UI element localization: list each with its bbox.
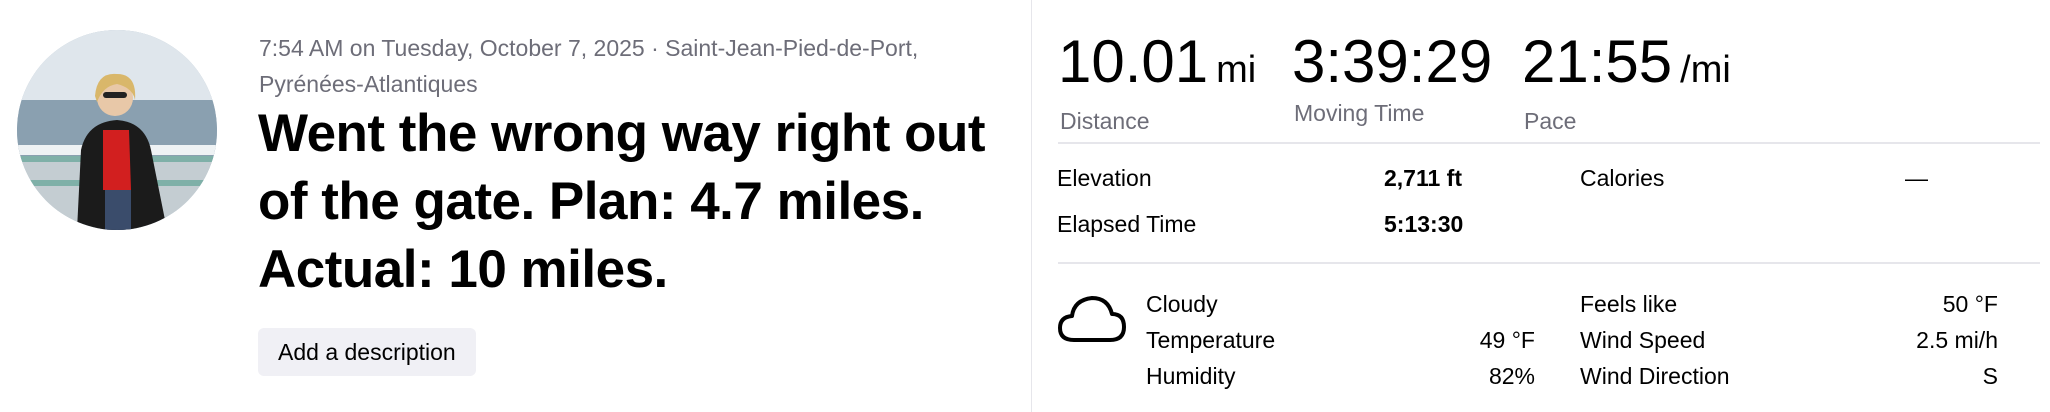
elevation-value: 2,711 ft (1384, 165, 1462, 191)
moving-time-value: 3:39:29 (1292, 28, 1493, 95)
pace-unit: /mi (1680, 49, 1731, 91)
elapsed-time-value: 5:13:30 (1384, 211, 1464, 237)
weather-condition: Cloudy (1146, 291, 1218, 317)
humidity-label: Humidity (1146, 363, 1236, 389)
add-description-button[interactable]: Add a description (258, 328, 476, 376)
temperature-value: 49 °F (1479, 327, 1535, 353)
temperature-label: Temperature (1146, 327, 1276, 353)
wind-speed-label: Wind Speed (1580, 327, 1706, 353)
moving-time-label: Moving Time (1294, 100, 1425, 126)
activity-title-line: Actual: 10 miles. (258, 240, 668, 299)
activity-title-line: of the gate. Plan: 4.7 miles. (258, 172, 924, 231)
distance-unit: mi (1216, 49, 1257, 91)
humidity-value: 82% (1488, 363, 1535, 389)
distance-value: 10.01 (1058, 28, 1209, 95)
wind-direction-value: S (1982, 363, 1998, 389)
calories-value: — (1905, 165, 1928, 191)
pace-label: Pace (1524, 108, 1577, 134)
activity-header: 7:54 AM on Tuesday, October 7, 2025 · Sa… (0, 0, 1032, 412)
details-divider (1058, 262, 2040, 264)
elevation-label: Elevation (1057, 165, 1152, 191)
avatar[interactable] (17, 30, 217, 230)
activity-region: Pyrénées-Atlantiques (259, 71, 478, 97)
elapsed-time-label: Elapsed Time (1057, 211, 1197, 237)
activity-title-line: Went the wrong way right out (258, 104, 986, 163)
cloud-icon (1058, 296, 1126, 342)
calories-label: Calories (1580, 165, 1665, 191)
wind-speed-value: 2.5 mi/h (1916, 327, 1998, 353)
stat-distance: 10.01 mi Distance (1058, 30, 1256, 135)
stat-moving-time: 3:39:29 Moving Time (1292, 30, 1492, 127)
pace-value: 21:55 (1522, 28, 1673, 95)
activity-datetime-location: 7:54 AM on Tuesday, October 7, 2025 · Sa… (259, 35, 919, 61)
feels-like-label: Feels like (1580, 291, 1678, 317)
avatar-photo (17, 30, 217, 230)
feels-like-value: 50 °F (1942, 291, 1998, 317)
stats-divider (1058, 142, 2040, 144)
distance-label: Distance (1060, 108, 1150, 134)
wind-direction-label: Wind Direction (1580, 363, 1730, 389)
stat-pace: 21:55/mi Pace (1522, 30, 1731, 135)
activity-meta: 7:54 AM on Tuesday, October 7, 2025 · Sa… (259, 30, 959, 102)
vertical-divider (1031, 0, 1032, 412)
activity-title[interactable]: Went the wrong way right out of the gate… (258, 100, 1018, 304)
